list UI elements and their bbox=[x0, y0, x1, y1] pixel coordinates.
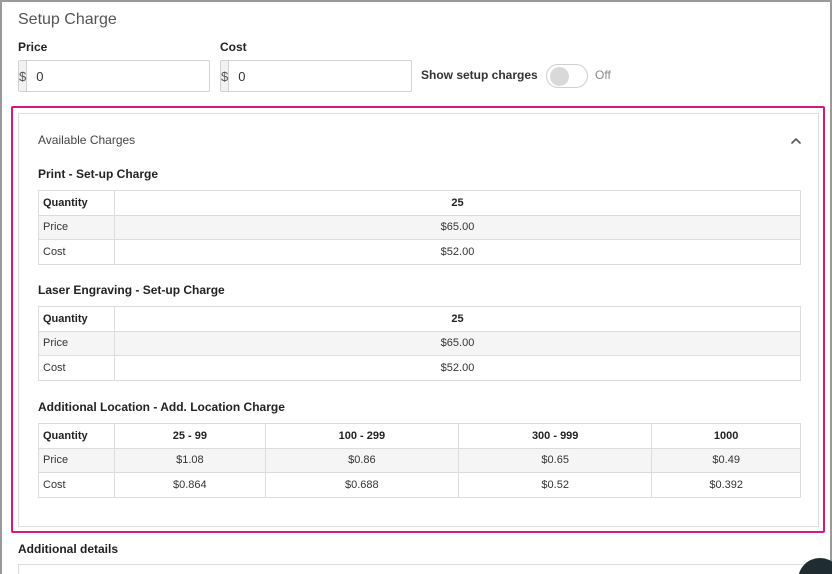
row-header: Cost bbox=[38, 472, 115, 498]
cost-label: Cost bbox=[220, 40, 247, 54]
row-header: Cost bbox=[38, 239, 115, 265]
table-row: Price $65.00 bbox=[38, 214, 801, 240]
charge-table-print: Quantity 25 Price $65.00 Cost $52.00 bbox=[38, 190, 801, 265]
price-cell: $0.86 bbox=[264, 447, 460, 473]
table-row: Cost $52.00 bbox=[38, 239, 801, 265]
row-header: Quantity bbox=[38, 423, 115, 449]
table-row: Cost $0.864 $0.688 $0.52 $0.392 bbox=[38, 472, 801, 498]
price-cell: $0.65 bbox=[458, 447, 653, 473]
price-cell: $65.00 bbox=[114, 214, 801, 240]
row-header: Price bbox=[38, 330, 115, 356]
quantity-cell: 25 bbox=[114, 306, 801, 332]
additional-details-box bbox=[18, 564, 824, 574]
table-row: Price $65.00 bbox=[38, 330, 801, 356]
quantity-cell: 300 - 999 bbox=[458, 423, 653, 449]
quantity-cell: 25 - 99 bbox=[114, 423, 266, 449]
charge-title-laser-engraving: Laser Engraving - Set-up Charge bbox=[38, 283, 225, 297]
cost-cell: $0.688 bbox=[264, 472, 460, 498]
price-cell: $1.08 bbox=[114, 447, 266, 473]
cost-cell: $52.00 bbox=[114, 239, 801, 265]
table-row: Cost $52.00 bbox=[38, 355, 801, 381]
row-header: Price bbox=[38, 447, 115, 473]
row-header: Price bbox=[38, 214, 115, 240]
show-setup-charges-label: Show setup charges bbox=[421, 68, 538, 82]
quantity-cell: 100 - 299 bbox=[264, 423, 460, 449]
table-row: Quantity 25 bbox=[38, 306, 801, 332]
price-input-group: $ bbox=[18, 60, 213, 92]
cost-currency-addon: $ bbox=[221, 61, 230, 91]
additional-details-title: Additional details bbox=[18, 542, 119, 556]
show-setup-charges-toggle[interactable] bbox=[546, 64, 588, 88]
price-cell: $65.00 bbox=[114, 330, 801, 356]
quantity-cell: 25 bbox=[114, 190, 801, 216]
cost-cell: $52.00 bbox=[114, 355, 801, 381]
charge-table-additional-location: Quantity 25 - 99 100 - 299 300 - 999 100… bbox=[38, 423, 801, 498]
cost-cell: $0.864 bbox=[114, 472, 266, 498]
available-charges-panel: Available Charges Print - Set-up Charge … bbox=[18, 113, 819, 527]
price-cell: $0.49 bbox=[651, 447, 801, 473]
table-row: Quantity 25 - 99 100 - 299 300 - 999 100… bbox=[38, 423, 801, 449]
quantity-cell: 1000 bbox=[651, 423, 801, 449]
charge-title-print: Print - Set-up Charge bbox=[38, 167, 159, 181]
row-header: Quantity bbox=[38, 190, 115, 216]
toggle-state-text: Off bbox=[595, 68, 611, 82]
price-currency-addon: $ bbox=[19, 61, 28, 91]
table-row: Price $1.08 $0.86 $0.65 $0.49 bbox=[38, 447, 801, 473]
available-charges-header[interactable]: Available Charges bbox=[38, 133, 135, 147]
row-header: Quantity bbox=[38, 306, 115, 332]
cost-input-group: $ bbox=[220, 60, 415, 92]
setup-charge-title: Setup Charge bbox=[18, 11, 117, 28]
row-header: Cost bbox=[38, 355, 115, 381]
price-input[interactable] bbox=[27, 61, 213, 91]
charge-table-laser-engraving: Quantity 25 Price $65.00 Cost $52.00 bbox=[38, 306, 801, 381]
cost-cell: $0.392 bbox=[651, 472, 801, 498]
toggle-knob bbox=[550, 67, 569, 86]
chevron-up-icon[interactable] bbox=[789, 134, 803, 148]
price-label: Price bbox=[18, 40, 48, 54]
table-row: Quantity 25 bbox=[38, 190, 801, 216]
cost-input[interactable] bbox=[229, 61, 415, 91]
cost-cell: $0.52 bbox=[458, 472, 653, 498]
charge-title-additional-location: Additional Location - Add. Location Char… bbox=[38, 400, 285, 414]
